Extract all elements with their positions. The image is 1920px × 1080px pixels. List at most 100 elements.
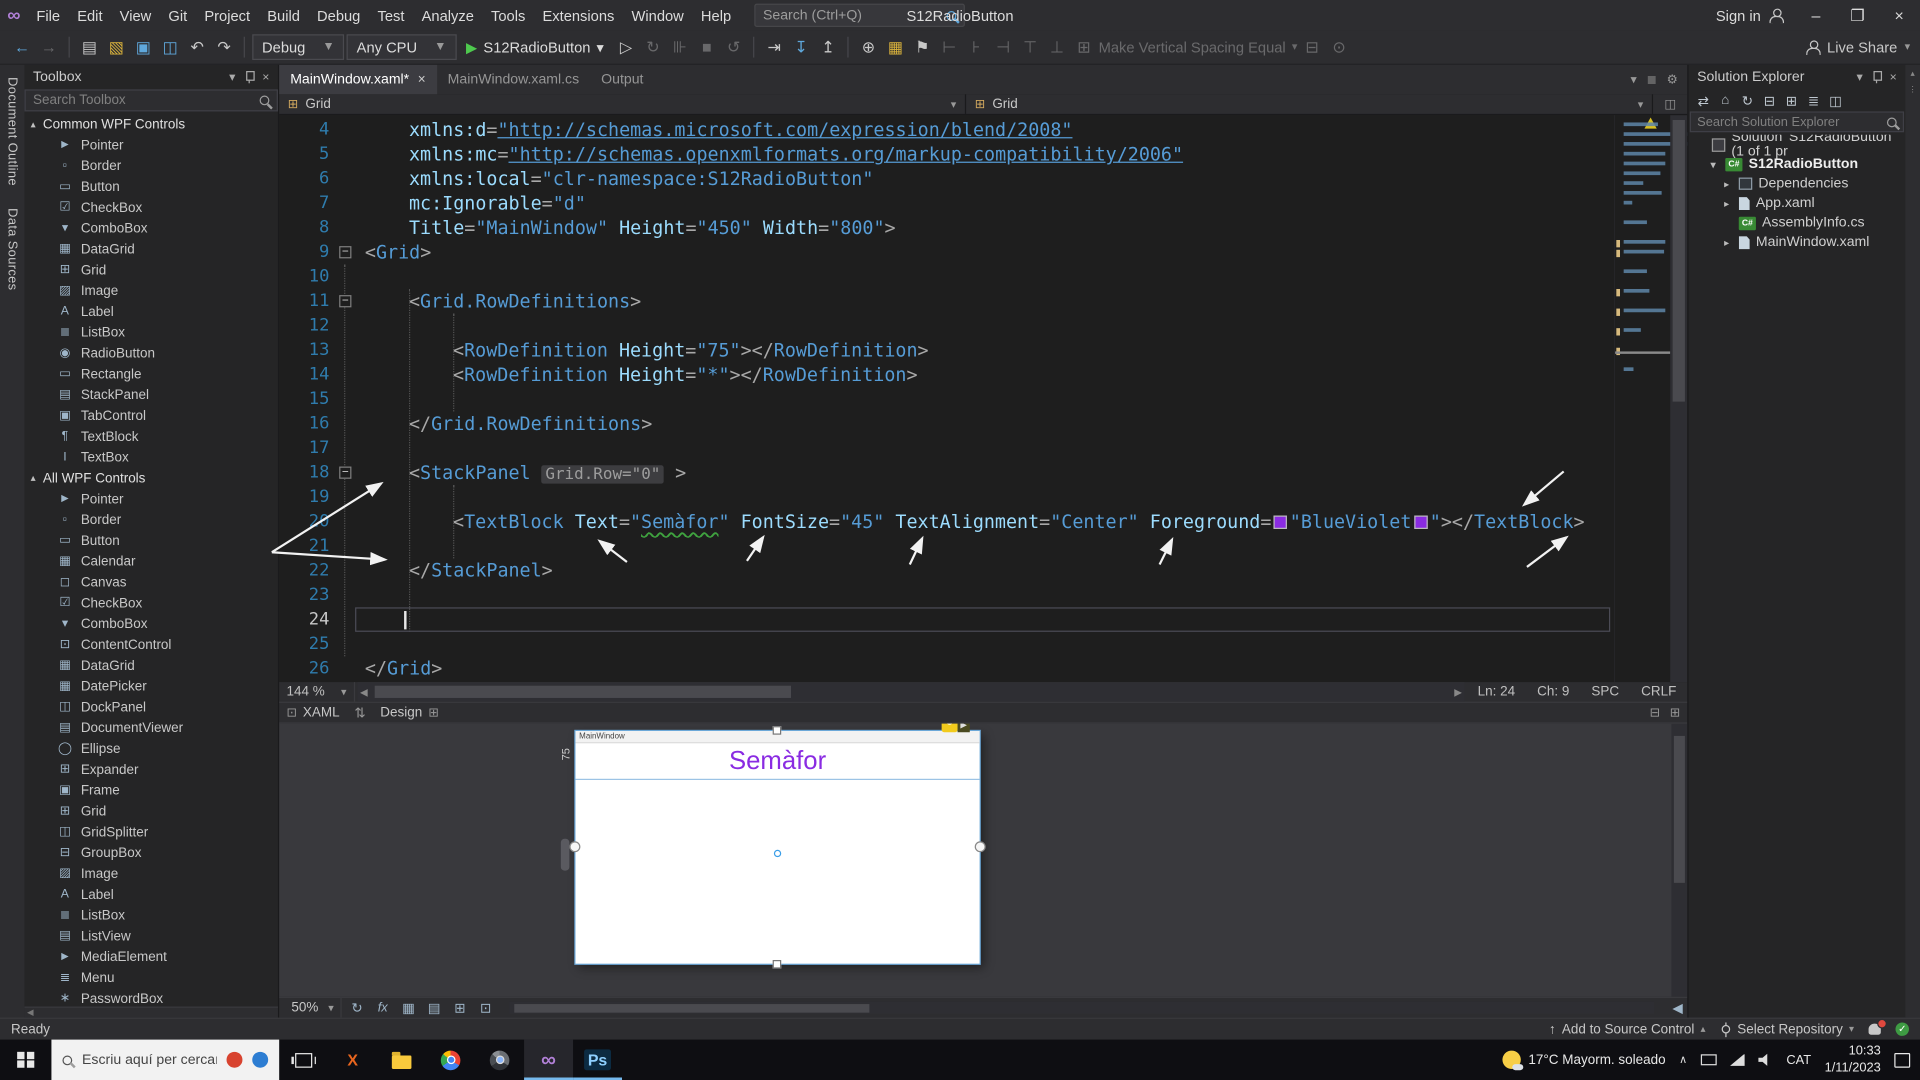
menu-build[interactable]: Build <box>259 3 309 27</box>
toolbox-item-pointer[interactable]: ► Pointer <box>24 135 277 156</box>
editor-zoom-dropdown[interactable]: 144 % ▾ <box>279 682 356 702</box>
restart-icon[interactable]: ↺ <box>721 34 745 61</box>
code-line[interactable]: 6 xmlns:local="clr-namespace:S12RadioButt… <box>279 167 1614 191</box>
tree-item-dependencies[interactable]: ▸ Dependencies <box>1689 174 1906 194</box>
align-centers-icon[interactable]: ⊦ <box>964 34 988 61</box>
more-options-icon[interactable]: ≣ <box>1646 73 1656 86</box>
scroll-left-icon[interactable]: ◀ <box>1668 1000 1688 1016</box>
menu-debug[interactable]: Debug <box>308 3 368 27</box>
properties-icon[interactable]: ≣ <box>1804 92 1824 109</box>
toolbox-item-datagrid[interactable]: ▦ DataGrid <box>24 655 277 676</box>
code-line[interactable]: 13 <RowDefinition Height="75"></RowDefini… <box>279 338 1614 362</box>
code-line[interactable]: 5 xmlns:mc="http://schemas.openxmlformats… <box>279 142 1614 166</box>
code-line[interactable]: 18− <StackPanel Grid.Row="0" > <box>279 460 1614 484</box>
toolbox-item-combobox[interactable]: ▾ ComboBox <box>24 218 277 239</box>
grid-row-grip[interactable] <box>560 838 570 871</box>
tree-item-solution-s12radiobutton-1-of-1-pr[interactable]: Solution 'S12RadioButton' (1 of 1 pr <box>1689 135 1906 159</box>
code-viewport[interactable]: 4 xmlns:d="http://schemas.microsoft.com/e… <box>279 115 1614 682</box>
network-icon[interactable] <box>1729 1053 1745 1066</box>
home-icon[interactable]: ⌂ <box>1716 93 1736 108</box>
toolbox-item-listbox[interactable]: ≣ ListBox <box>24 322 277 343</box>
toolbox-section-common-wpf-controls[interactable]: ▴ Common WPF Controls <box>24 114 277 135</box>
toolbox-item-listview[interactable]: ▤ ListView <box>24 926 277 947</box>
code-line[interactable]: 16 </Grid.RowDefinitions> <box>279 411 1614 435</box>
toolbox-item-radiobutton[interactable]: ◉ RadioButton <box>24 343 277 364</box>
breadcrumb-combo-0[interactable]: ⊞ Grid ▾ <box>279 94 967 114</box>
effects-toggle[interactable]: fx <box>373 1000 393 1015</box>
toolbox-item-ellipse[interactable]: ◯ Ellipse <box>24 738 277 759</box>
code-line[interactable]: 25 <box>279 632 1614 656</box>
volume-icon[interactable] <box>1758 1053 1768 1066</box>
doc-tab-mainwindow-xaml[interactable]: MainWindow.xaml* × <box>279 64 437 95</box>
start-debugging-button[interactable]: ▶ S12RadioButton ▾ <box>459 34 612 60</box>
scrollbar-thumb[interactable] <box>1673 735 1685 883</box>
clock[interactable]: 10:33 1/11/2023 <box>1825 1044 1881 1076</box>
document-list-icon[interactable]: ▾ <box>1631 73 1637 86</box>
menu-tools[interactable]: Tools <box>482 3 533 27</box>
navigate-forward-icon[interactable]: → <box>37 34 61 61</box>
code-line[interactable]: 22 </StackPanel> <box>279 558 1614 582</box>
design-view-tab[interactable]: Design ⊞ <box>380 705 438 720</box>
solution-search-input[interactable]: Search Solution Explorer <box>1689 111 1905 133</box>
display-icon[interactable] <box>1700 1054 1717 1066</box>
chevron-down-icon[interactable]: ▾ <box>1856 70 1862 83</box>
live-share-button[interactable]: Live Share ▾ <box>1805 39 1910 56</box>
close-icon[interactable]: × <box>418 72 426 87</box>
toolbox-item-groupbox[interactable]: ⊟ GroupBox <box>24 842 277 863</box>
code-line[interactable]: 12 <box>279 313 1614 337</box>
step-out-icon[interactable]: ↥ <box>816 34 840 61</box>
horizontal-spacing-icon[interactable]: ⊟ <box>1300 34 1324 61</box>
toolbox-item-expander[interactable]: ⊞ Expander <box>24 759 277 780</box>
toolbox-item-contentcontrol[interactable]: ⊡ ContentControl <box>24 634 277 655</box>
add-to-source-control-button[interactable]: ↑ Add to Source Control ▴ <box>1549 1022 1705 1037</box>
toolbox-item-textbox[interactable]: I TextBox <box>24 447 277 468</box>
snap-to-grid-icon[interactable]: ▤ <box>424 1000 444 1016</box>
make-vertical-spacing-equal-button[interactable]: Make Vertical Spacing Equal ▾ <box>1099 39 1298 56</box>
scrollbar-thumb[interactable] <box>374 685 792 698</box>
toolbox-item-rectangle[interactable]: ▭ Rectangle <box>24 364 277 385</box>
fold-toggle-icon[interactable]: − <box>339 295 352 308</box>
new-project-icon[interactable]: ▤ <box>77 34 101 61</box>
maximize-button[interactable]: ❐ <box>1837 0 1879 31</box>
save-icon[interactable]: ▣ <box>131 34 155 61</box>
xaml-view-tab[interactable]: ⊡ XAML <box>287 705 340 720</box>
menu-window[interactable]: Window <box>623 3 692 27</box>
toolbox-item-tabcontrol[interactable]: ▣ TabControl <box>24 405 277 426</box>
hidden-icons-chevron[interactable]: ∧ <box>1679 1053 1687 1066</box>
open-file-icon[interactable]: ▧ <box>104 34 128 61</box>
design-horizontal-scrollbar[interactable] <box>508 1001 1655 1014</box>
save-all-icon[interactable]: ◫ <box>158 34 182 61</box>
toolbox-search-input[interactable]: Search Toolbox <box>24 89 278 112</box>
close-button[interactable]: × <box>1878 0 1920 31</box>
code-line[interactable]: 7 mc:Ignorable="d" <box>279 191 1614 215</box>
vertical-scrollbar[interactable] <box>1670 115 1688 683</box>
snaplines-icon[interactable]: ⊞ <box>450 1000 470 1016</box>
toolbox-item-mediaelement[interactable]: ► MediaElement <box>24 947 277 968</box>
menu-project[interactable]: Project <box>196 3 259 27</box>
menu-analyze[interactable]: Analyze <box>413 3 482 27</box>
wpf-window-preview[interactable]: MainWindow Semàfor 75 ▶ <box>560 723 986 969</box>
collapse-all-icon[interactable]: ⊟ <box>1760 92 1780 109</box>
toolbox-item-image[interactable]: ▨ Image <box>24 280 277 301</box>
anchor-handle-left[interactable] <box>569 841 581 853</box>
toolbox-item-pointer[interactable]: ► Pointer <box>24 489 277 510</box>
zoom-fit-icon[interactable]: ⊡ <box>476 1000 496 1016</box>
code-line[interactable]: 10 <box>279 264 1614 288</box>
taskbar-search-input[interactable]: Escriu aquí per cercar <box>51 1039 280 1080</box>
align-bottoms-icon[interactable]: ⊥ <box>1045 34 1069 61</box>
code-line[interactable]: 8 Title="MainWindow" Height="450" Width="… <box>279 216 1614 240</box>
notifications-icon[interactable] <box>1868 1018 1887 1035</box>
scroll-up-icon[interactable]: ▴ <box>1910 69 1914 79</box>
code-line[interactable]: 9− <Grid> <box>279 240 1614 264</box>
bookmark-icon[interactable]: ⚑ <box>910 34 934 61</box>
fold-toggle-icon[interactable]: − <box>339 466 352 479</box>
solution-platform-dropdown[interactable]: Any CPU ▼ <box>346 34 457 60</box>
navigate-back-icon[interactable]: ← <box>10 34 34 61</box>
step-into-icon[interactable]: ↧ <box>789 34 813 61</box>
toolbox-item-stackpanel[interactable]: ▤ StackPanel <box>24 384 277 405</box>
switch-views-icon[interactable]: ⇄ <box>1693 92 1713 109</box>
taskbar-app-app-x[interactable]: X <box>328 1040 377 1080</box>
show-snap-grid-icon[interactable]: ▦ <box>399 1000 419 1016</box>
chevron-down-icon[interactable]: ▾ <box>229 70 235 83</box>
rail-tab-data-sources[interactable]: Data Sources <box>5 208 20 290</box>
